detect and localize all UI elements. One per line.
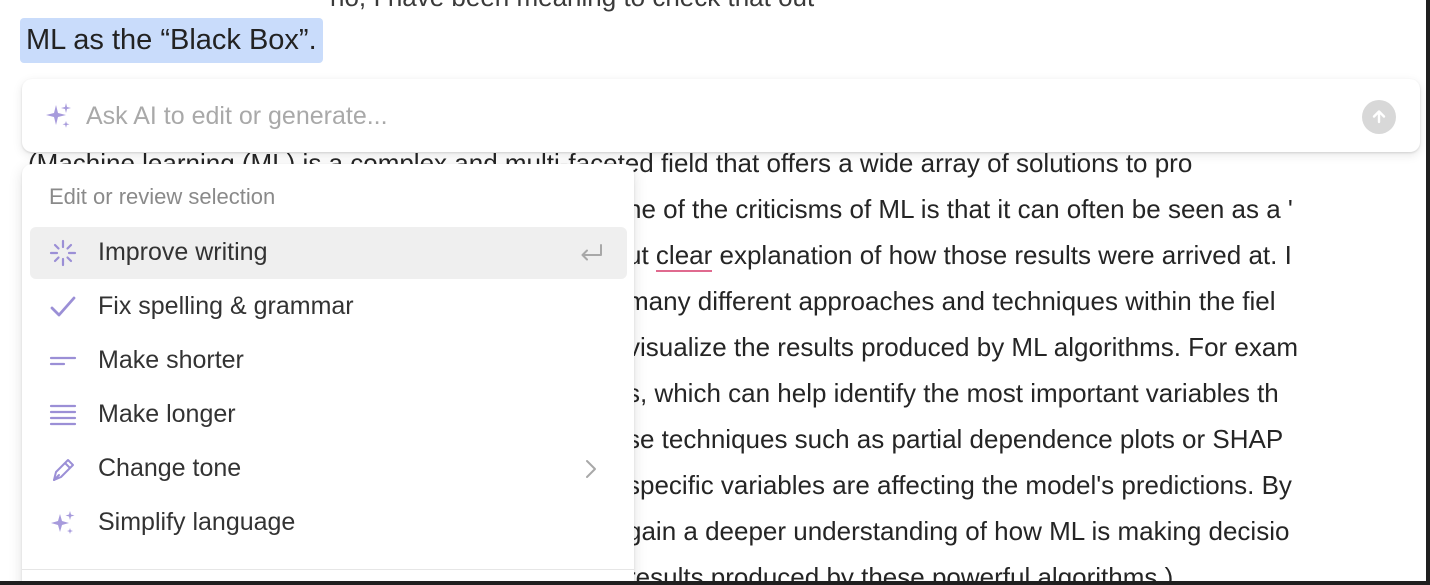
menu-item-simplify-language[interactable]: Simplify language [30,497,627,549]
menu-item-label: Make longer [98,400,236,428]
menu-item-label: Simplify language [98,508,296,536]
short-lines-icon [48,347,78,375]
menu-item-improve-writing[interactable]: Improve writing [30,227,627,279]
menu-item-label: Change tone [98,454,242,482]
menu-section-heading: Edit or review selection [49,184,276,209]
arrow-up-icon [1372,110,1386,124]
clipped-previous-line: no, I have been meaning to check that ou… [330,0,814,13]
ai-action-menu: Edit or review selection Improve writing… [22,164,634,581]
editor-screen: no, I have been meaning to check that ou… [0,0,1430,585]
submit-button[interactable] [1362,100,1396,134]
long-lines-icon [48,401,78,429]
menu-divider [22,569,634,570]
spellcheck-word[interactable]: clear [655,240,713,272]
menu-item-fix-spelling[interactable]: Fix spelling & grammar [30,281,627,333]
pen-icon [48,455,78,483]
enter-key-icon [577,241,605,265]
sparkle-icon [44,101,74,131]
menu-item-make-shorter[interactable]: Make shorter [30,335,627,387]
sparkle-icon [48,509,78,537]
selected-heading[interactable]: ML as the “Black Box”. [20,18,323,63]
ai-prompt-bar [22,79,1420,152]
menu-item-label: Make shorter [98,346,244,374]
sparkle-burst-icon [48,239,78,267]
menu-item-label: Improve writing [98,238,268,266]
menu-item-label: Fix spelling & grammar [98,292,354,320]
checkmark-icon [48,293,78,321]
body-line-end: explanation of how those results were ar… [712,240,1292,270]
ai-prompt-input[interactable] [84,93,1328,139]
menu-item-make-longer[interactable]: Make longer [30,389,627,441]
chevron-right-icon [577,457,605,481]
menu-item-change-tone[interactable]: Change tone [30,443,627,495]
